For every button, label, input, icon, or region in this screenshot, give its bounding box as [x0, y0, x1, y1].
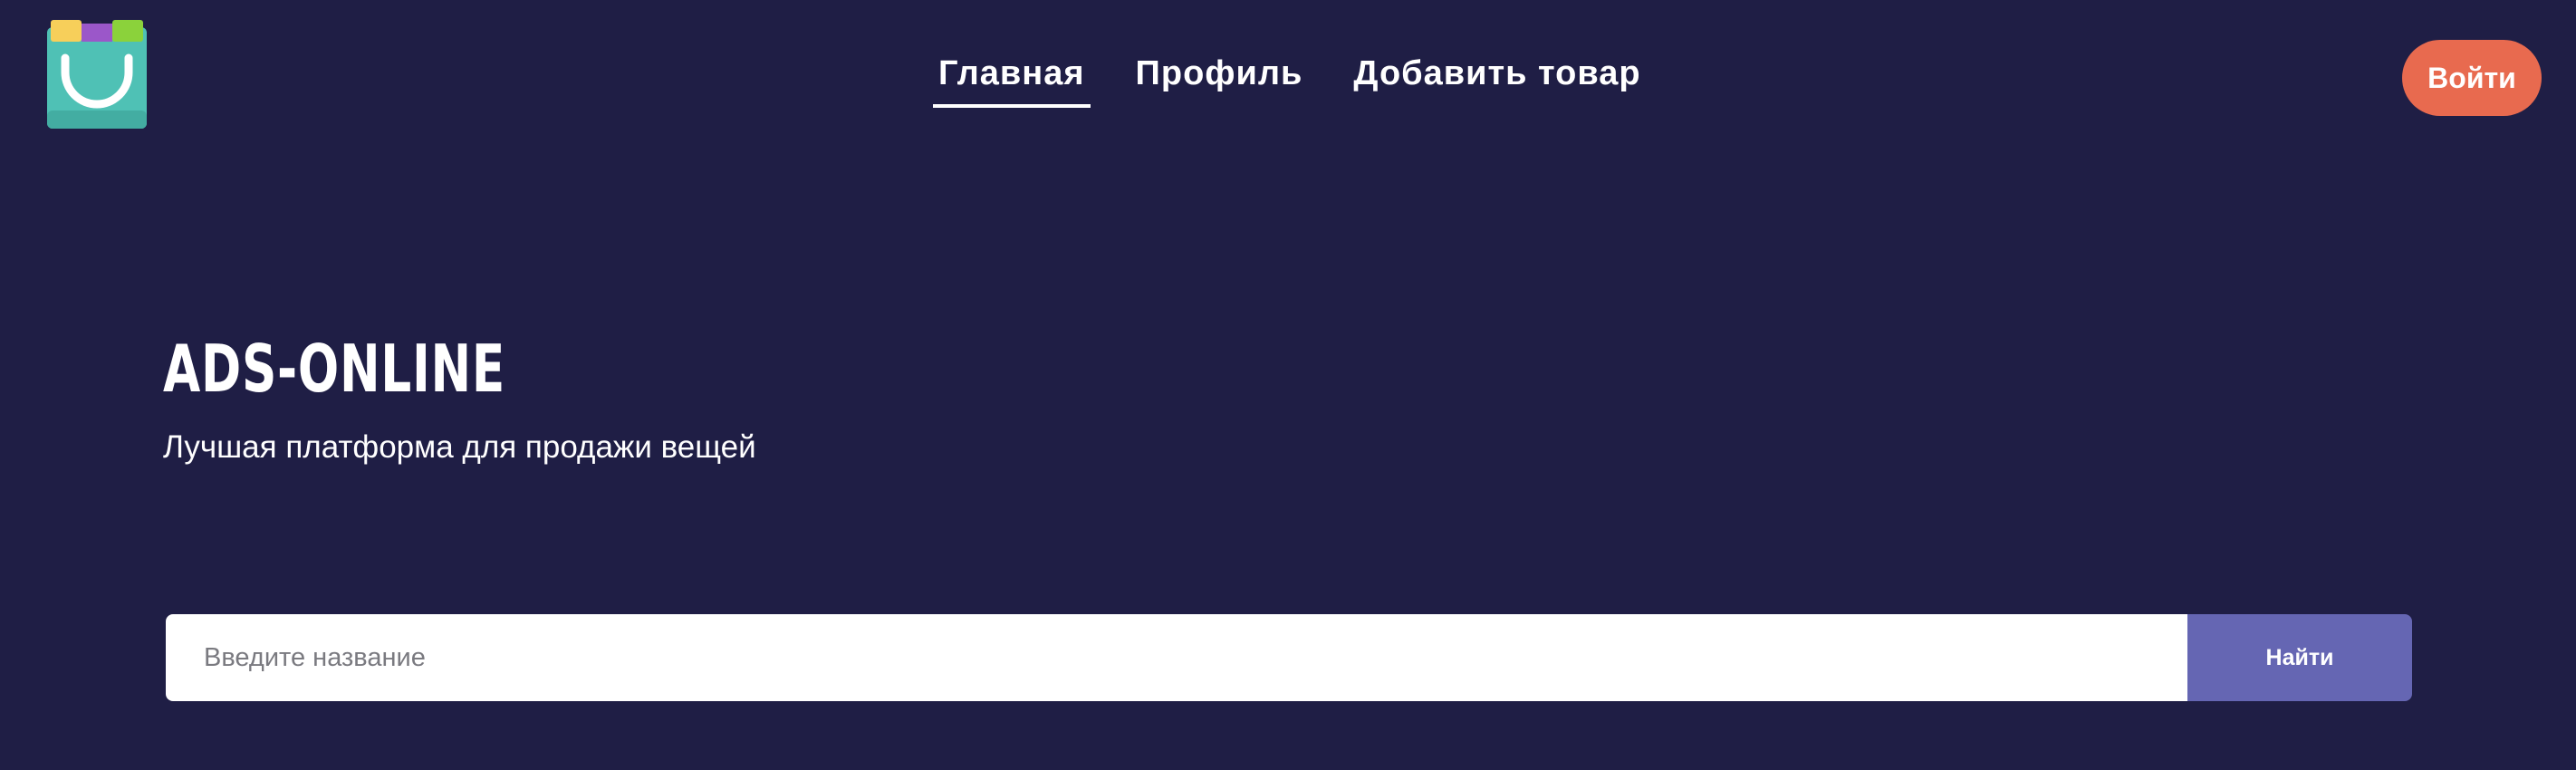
site-header: Главная Профиль Добавить товар Войти	[0, 0, 2576, 154]
search-button[interactable]: Найти	[2187, 614, 2412, 701]
page-subtitle: Лучшая платформа для продажи вещей	[163, 429, 756, 465]
main-nav: Главная Профиль Добавить товар	[933, 51, 1647, 108]
login-button[interactable]: Войти	[2402, 40, 2542, 116]
nav-item-home[interactable]: Главная	[933, 51, 1091, 108]
page-title: ADS-ONLINE	[163, 331, 506, 407]
nav-item-profile[interactable]: Профиль	[1130, 51, 1309, 108]
shopping-bag-icon[interactable]	[43, 20, 150, 136]
search-input[interactable]	[166, 614, 2187, 701]
search-bar: Найти	[166, 614, 2412, 701]
nav-item-add-product[interactable]: Добавить товар	[1348, 51, 1646, 108]
